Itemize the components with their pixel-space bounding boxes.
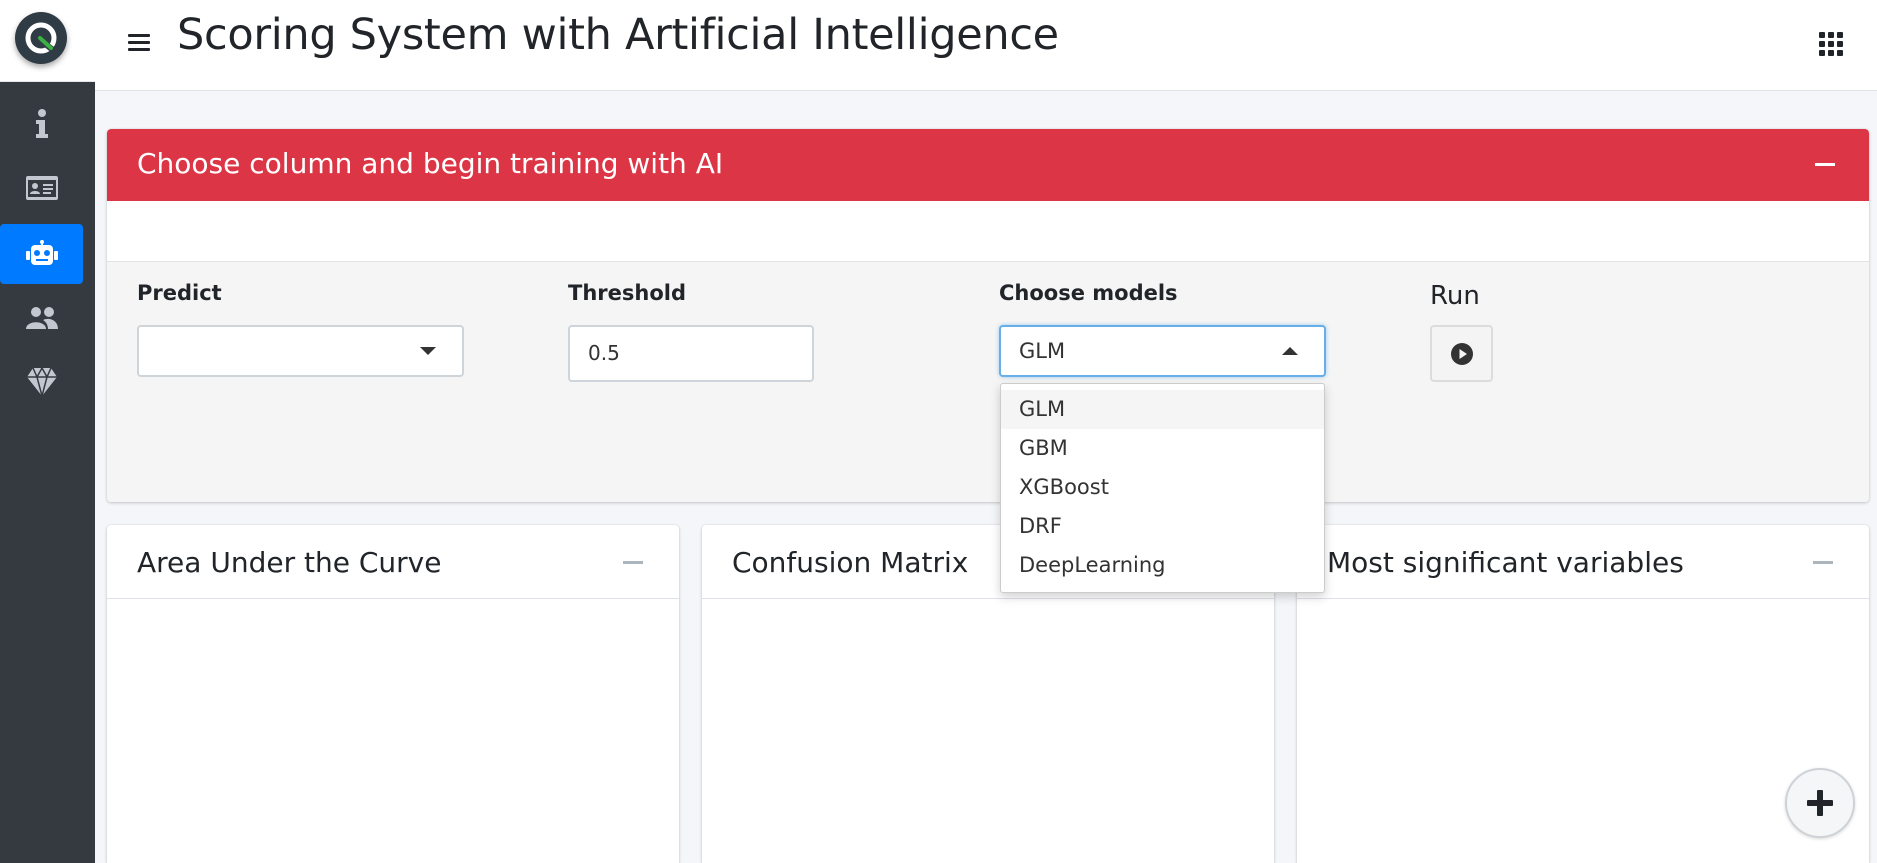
variables-card: Most significant variables: [1297, 525, 1869, 863]
models-label: Choose models: [999, 281, 1178, 305]
dropdown-option-gbm[interactable]: GBM: [1001, 429, 1324, 468]
auc-card-title: Area Under the Curve: [137, 546, 442, 579]
page-title: Scoring System with Artificial Intellige…: [177, 10, 1059, 60]
models-dropdown: GLM GBM XGBoost DRF DeepLearning: [1000, 383, 1325, 593]
auc-card: Area Under the Curve: [107, 525, 679, 863]
robot-icon: [25, 240, 58, 265]
threshold-input[interactable]: 0.5: [568, 325, 814, 382]
run-label: Run: [1430, 281, 1480, 311]
sidebar-item-users[interactable]: [0, 288, 83, 348]
training-card-title: Choose column and begin training with AI: [137, 147, 724, 180]
predict-select[interactable]: [137, 325, 464, 377]
info-icon: [35, 109, 48, 138]
threshold-label: Threshold: [568, 281, 686, 305]
plus-icon: [1807, 790, 1833, 816]
brand-area: [0, 0, 95, 82]
chevron-up-icon: [1282, 347, 1298, 355]
users-icon: [25, 307, 58, 329]
hamburger-icon[interactable]: [128, 28, 150, 56]
dropdown-option-drf[interactable]: DRF: [1001, 507, 1324, 546]
training-card-header: Choose column and begin training with AI: [107, 129, 1869, 201]
collapse-minus-icon[interactable]: [623, 561, 643, 564]
training-card: Choose column and begin training with AI…: [107, 129, 1869, 502]
sidebar-item-gem[interactable]: [0, 352, 83, 412]
top-header: Scoring System with Artificial Intellige…: [95, 0, 1877, 91]
dropdown-option-xgboost[interactable]: XGBoost: [1001, 468, 1324, 507]
variables-card-title: Most significant variables: [1327, 546, 1684, 579]
sidebar-item-id-card[interactable]: [0, 158, 83, 218]
dropdown-option-deeplearning[interactable]: DeepLearning: [1001, 546, 1324, 585]
gem-icon: [26, 368, 57, 396]
sidebar-item-robot[interactable]: [0, 224, 83, 284]
training-controls-panel: [107, 261, 1869, 502]
app-logo-icon[interactable]: [15, 12, 67, 64]
chevron-down-icon: [420, 347, 436, 355]
play-circle-icon: [1450, 342, 1473, 365]
collapse-minus-icon[interactable]: [1813, 561, 1833, 564]
id-card-icon: [25, 176, 58, 200]
sidebar-item-info[interactable]: [0, 94, 83, 154]
collapse-minus-icon[interactable]: [1815, 163, 1835, 166]
run-button[interactable]: [1430, 325, 1493, 382]
confusion-matrix-card-title: Confusion Matrix: [732, 546, 969, 579]
models-select[interactable]: GLM: [999, 325, 1326, 377]
predict-label: Predict: [137, 281, 222, 305]
sidebar: [0, 0, 95, 863]
add-button[interactable]: [1785, 768, 1855, 838]
grid-icon[interactable]: [1819, 32, 1843, 56]
dropdown-option-glm[interactable]: GLM: [1001, 390, 1324, 429]
models-selected-value: GLM: [1019, 339, 1066, 363]
